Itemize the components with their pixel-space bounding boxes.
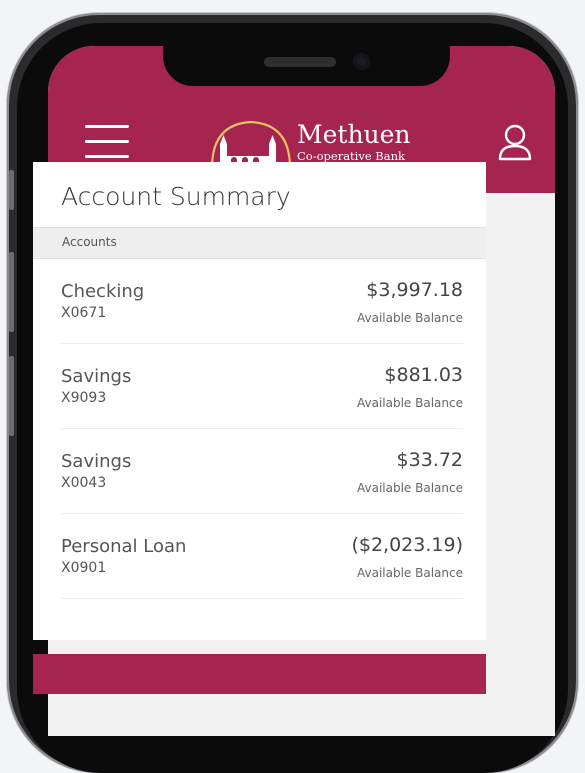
account-summary-card: Account Summary Accounts Checking X0671 … [33,162,486,640]
account-row-personal-loan-0901[interactable]: Personal Loan X0901 ($2,023.19) Availabl… [61,514,463,599]
account-name: Personal Loan [61,536,187,557]
account-balance: $33.72 [396,449,463,471]
phone-silent-switch [9,170,14,210]
account-balance: $881.03 [384,364,463,386]
account-row-savings-0043[interactable]: Savings X0043 $33.72 Available Balance [61,429,463,514]
speaker-grille [264,57,336,67]
account-name: Checking [61,281,145,302]
account-row-savings-9093[interactable]: Savings X9093 $881.03 Available Balance [61,344,463,429]
brand-subtitle: Co-operative Bank [297,149,405,163]
account-name: Savings [61,366,132,387]
balance-label: Available Balance [357,566,463,580]
account-number: X0043 [61,475,107,491]
balance-label: Available Balance [357,396,463,410]
account-number: X0671 [61,305,107,321]
user-profile-icon[interactable] [497,124,533,162]
phone-volume-down-button [9,356,14,436]
account-balance: $3,997.18 [366,279,463,301]
account-row-checking-0671[interactable]: Checking X0671 $3,997.18 Available Balan… [61,259,463,344]
hamburger-menu-icon[interactable] [85,125,129,159]
page-title: Account Summary [61,182,291,211]
balance-label: Available Balance [357,311,463,325]
account-number: X0901 [61,560,107,576]
account-number: X9093 [61,390,107,406]
balance-label: Available Balance [357,481,463,495]
bottom-card-header [33,654,486,694]
brand-name: Methuen [297,120,411,149]
account-balance: ($2,023.19) [351,534,463,556]
accounts-section-header: Accounts [33,227,486,259]
account-name: Savings [61,451,132,472]
phone-notch [163,46,450,86]
phone-volume-up-button [9,252,14,332]
section-label: Accounts [62,235,117,249]
front-camera-icon [353,53,370,70]
